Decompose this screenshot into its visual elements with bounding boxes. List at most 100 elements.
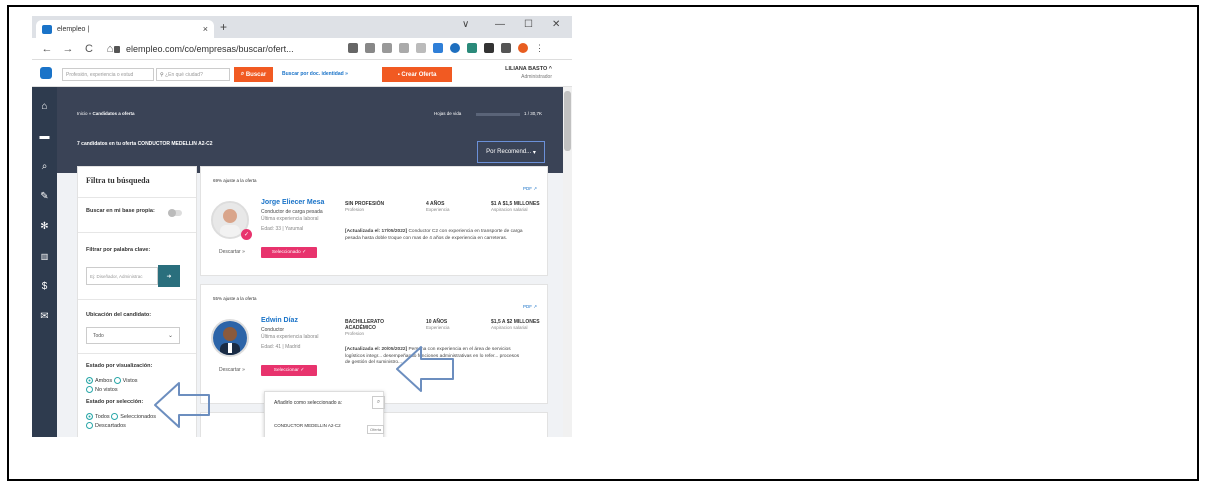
radio-label: No vistos bbox=[95, 386, 118, 393]
extension-green-icon[interactable] bbox=[467, 43, 477, 53]
divider bbox=[78, 232, 196, 233]
browser-tab[interactable]: elempleo | × bbox=[36, 20, 214, 38]
new-tab-button[interactable]: + bbox=[220, 20, 227, 34]
scrollbar-thumb[interactable] bbox=[564, 91, 571, 151]
extension-circle-icon[interactable] bbox=[450, 43, 460, 53]
desc-date: [Actualizada el: 17/05/2022] bbox=[345, 229, 408, 234]
candidate-photo[interactable] bbox=[211, 319, 249, 357]
reload-icon[interactable]: C bbox=[83, 43, 95, 55]
search-input[interactable]: Profesión, experiencia o estud bbox=[62, 68, 154, 81]
elempleo-logo-icon[interactable] bbox=[40, 67, 52, 79]
bookmark-star-icon[interactable] bbox=[416, 43, 426, 53]
discard-button[interactable]: Descartar » bbox=[219, 367, 245, 373]
translate-icon[interactable] bbox=[365, 43, 375, 53]
create-offer-button[interactable]: ▪ Crear Oferta bbox=[382, 67, 452, 82]
education-sub: Profesion bbox=[345, 207, 365, 212]
pdf-link[interactable]: PDF ↗ bbox=[523, 186, 537, 192]
candidate-title: Conductor bbox=[261, 327, 285, 333]
keyword-input[interactable]: Ej: Diseñador, Administrac bbox=[86, 267, 158, 285]
extensions-puzzle-icon[interactable] bbox=[484, 43, 494, 53]
extension-blue-icon[interactable] bbox=[433, 43, 443, 53]
zoom-icon[interactable] bbox=[382, 43, 392, 53]
forward-icon[interactable]: → bbox=[62, 43, 74, 55]
doc-search-link[interactable]: Buscar por doc. identidad » bbox=[282, 71, 348, 77]
hojas-value: 1 / 30,7K bbox=[524, 111, 543, 116]
age-city: Edad: 33 | Yarumal bbox=[261, 226, 304, 232]
share-icon[interactable] bbox=[399, 43, 409, 53]
dollar-nav-icon[interactable]: $ bbox=[39, 281, 50, 292]
profile-avatar-icon[interactable] bbox=[518, 43, 528, 53]
select-button[interactable]: Seleccionar ✓ bbox=[261, 365, 317, 376]
browser-menu-icon[interactable]: ⋮ bbox=[535, 43, 545, 53]
discard-button[interactable]: Descartar » bbox=[219, 249, 245, 255]
education-value: BACHILLERATO ACADÉMICO bbox=[345, 319, 384, 331]
check-icon: ✓ bbox=[302, 250, 307, 255]
create-offer-label: Crear Oferta bbox=[401, 71, 437, 78]
elempleo-favicon-icon bbox=[42, 24, 52, 34]
radio-label: Vistos bbox=[122, 377, 138, 384]
home-nav-icon[interactable]: ⌂ bbox=[39, 101, 50, 112]
close-window-button[interactable]: ✕ bbox=[552, 19, 560, 30]
sort-dropdown[interactable]: Por Recomend... ▾ bbox=[477, 141, 545, 163]
sidepanel-icon[interactable] bbox=[501, 43, 511, 53]
tab-close-icon[interactable]: × bbox=[203, 24, 208, 34]
radio-unchecked-icon[interactable] bbox=[111, 413, 119, 420]
mail-nav-icon[interactable]: ✉ bbox=[39, 311, 50, 322]
user-name: LILIANA BASTO bbox=[505, 66, 548, 72]
search-button-label: Buscar bbox=[245, 71, 267, 78]
salary-sub: Aspiracion salarial bbox=[491, 207, 528, 212]
page-scrollbar[interactable] bbox=[563, 87, 572, 437]
sort-label: Por Recomend... bbox=[486, 149, 532, 155]
key-icon[interactable] bbox=[348, 43, 358, 53]
select-to-offer-popup: Añadirlo como seleccionado a: ⌕ CONDUCTO… bbox=[264, 391, 385, 437]
screenshot-frame: elempleo | × + ∨ — ☐ ✕ ← → C ⌂ elempleo.… bbox=[7, 5, 1199, 481]
popup-offer-item[interactable]: CONDUCTOR MEDELLIN A2-C2 bbox=[274, 423, 341, 428]
candidate-name[interactable]: Edwin Díaz bbox=[261, 317, 298, 324]
arrow-right-icon: ➜ bbox=[166, 273, 172, 280]
url-field[interactable]: elempleo.com/co/empresas/buscar/ofert... bbox=[114, 42, 344, 56]
location-select[interactable]: Todo ⌄ bbox=[86, 327, 180, 344]
radio-descartados[interactable]: Descartados bbox=[86, 422, 126, 429]
search-nav-icon[interactable]: ⌕ bbox=[39, 161, 50, 172]
pdf-link[interactable]: PDF ↗ bbox=[523, 304, 537, 310]
breadcrumb: Inicio » Candidatos a oferta bbox=[77, 111, 135, 116]
keyword-label: Filtrar por palabra clave: bbox=[86, 247, 151, 253]
extension-icons: ⋮ bbox=[348, 43, 545, 53]
selected-button[interactable]: Seleccionado ✓ bbox=[261, 247, 317, 258]
hojas-progress-bar bbox=[476, 113, 520, 116]
view-state-label: Estado por visualización: bbox=[86, 363, 153, 369]
radio-checked-icon bbox=[86, 377, 93, 384]
popup-search-icon[interactable]: ⌕ bbox=[372, 396, 385, 409]
wrench-nav-icon[interactable]: ✎ bbox=[39, 191, 50, 202]
radio-label: Descartados bbox=[95, 422, 126, 429]
candidate-name[interactable]: Jorge Eliecer Mesa bbox=[261, 199, 324, 206]
minimize-button[interactable]: — bbox=[495, 19, 505, 30]
match-percent: 69% ajuste a la oferta bbox=[213, 178, 257, 183]
annotation-arrow-left-icon bbox=[154, 382, 210, 428]
briefcase-nav-icon[interactable]: ▬ bbox=[39, 131, 50, 142]
match-percent: 55% ajuste a la oferta bbox=[213, 296, 257, 301]
location-value: Todo bbox=[93, 333, 104, 339]
radio-unchecked-icon[interactable] bbox=[113, 377, 121, 384]
radio-no-vistos[interactable]: No vistos bbox=[86, 386, 118, 393]
selection-state-label: Estado por selección: bbox=[86, 399, 144, 405]
city-input[interactable]: ⚲ ¿En qué ciudad? bbox=[156, 68, 230, 81]
radio-todos[interactable]: Todos Seleccionados bbox=[86, 413, 156, 420]
maximize-button[interactable]: ☐ bbox=[524, 19, 533, 30]
radio-label: Seleccionados bbox=[120, 413, 156, 420]
chart-nav-icon[interactable]: ▥ bbox=[39, 251, 50, 262]
radio-unchecked-icon bbox=[86, 386, 93, 393]
external-link-icon: ↗ bbox=[533, 304, 537, 309]
tab-search-icon[interactable]: ∨ bbox=[462, 19, 469, 30]
back-icon[interactable]: ← bbox=[41, 43, 53, 55]
lock-icon bbox=[114, 45, 120, 53]
keyword-search-button[interactable]: ➜ bbox=[158, 265, 180, 287]
selected-check-icon: ✓ bbox=[241, 229, 252, 240]
user-menu[interactable]: LILIANA BASTO ^ Administrador bbox=[490, 66, 552, 80]
search-button[interactable]: ⌕ Buscar bbox=[234, 67, 273, 82]
gear-nav-icon[interactable]: ✻ bbox=[39, 221, 50, 232]
breadcrumb-home[interactable]: Inicio bbox=[77, 111, 88, 116]
divider bbox=[78, 353, 196, 354]
radio-ambos[interactable]: Ambos Vistos bbox=[86, 377, 138, 384]
own-base-toggle[interactable] bbox=[168, 209, 182, 217]
